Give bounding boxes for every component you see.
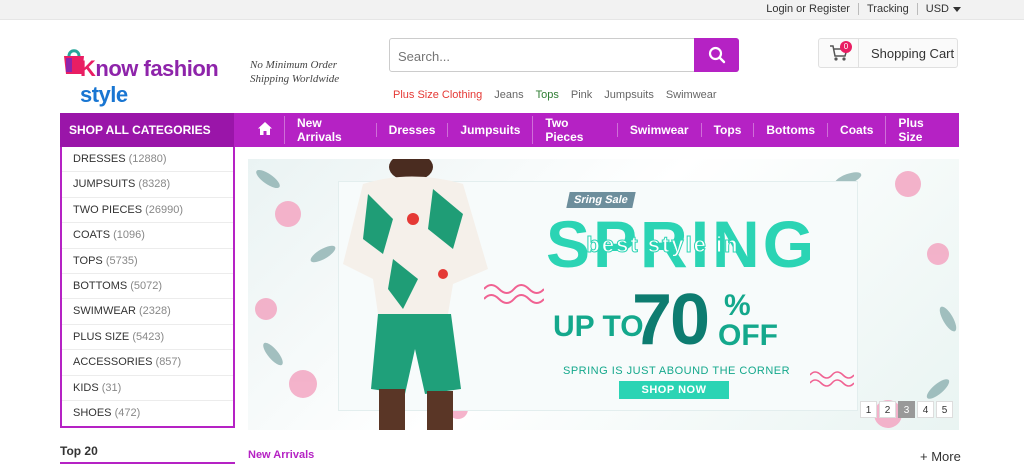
pager-page-2[interactable]: 2: [879, 401, 896, 418]
site-logo[interactable]: Know fashion style: [60, 40, 240, 107]
category-item-kids[interactable]: KIDS (31): [62, 376, 233, 401]
banner-percent-sign: %: [724, 289, 751, 322]
banner-subtitle: SPRING IS JUST ABOUND THE CORNER: [563, 365, 791, 377]
banner-percent-value: 70: [632, 280, 710, 360]
category-name: PLUS SIZE: [73, 330, 130, 343]
category-name: ACCESSORIES: [73, 356, 153, 369]
main-nav: SHOP ALL CATEGORIES New Arrivals Dresses…: [60, 113, 959, 147]
category-count: (5072): [130, 279, 163, 292]
search-icon: [708, 46, 725, 64]
nav-item-swimwear[interactable]: Swimwear: [616, 123, 701, 137]
category-name: COATS: [73, 229, 111, 242]
search-input[interactable]: [398, 46, 688, 66]
category-count: (5735): [105, 254, 138, 267]
logo-word-fashion: fashion: [143, 56, 219, 81]
login-register-link[interactable]: Login or Register: [758, 3, 858, 15]
pager-page-3[interactable]: 3: [898, 401, 915, 418]
tagline-line2: Shipping Worldwide: [250, 73, 340, 85]
more-link[interactable]: + More: [920, 449, 961, 464]
pager-page-1[interactable]: 1: [860, 401, 877, 418]
category-count: (1096): [113, 229, 145, 242]
pager-page-4[interactable]: 4: [917, 401, 934, 418]
currency-select[interactable]: USD: [918, 3, 969, 15]
top-bar: Login or Register Tracking USD: [0, 0, 1024, 20]
nav-home[interactable]: [250, 122, 284, 138]
banner-up-to: UP TO: [553, 310, 644, 343]
tagline-line1: No Minimum Order: [250, 59, 337, 71]
category-item-two-pieces[interactable]: TWO PIECES (26990): [62, 198, 233, 224]
top20-heading: Top 20: [60, 444, 235, 464]
hotword-link[interactable]: Tops: [536, 89, 559, 101]
category-item-accessories[interactable]: ACCESSORIES (857): [62, 350, 233, 376]
hotword-link[interactable]: Jumpsuits: [604, 89, 654, 101]
category-item-coats[interactable]: COATS (1096): [62, 223, 233, 249]
hotword-link[interactable]: Pink: [571, 89, 592, 101]
category-name: TOPS: [73, 254, 103, 267]
category-item-plus-size[interactable]: PLUS SIZE (5423): [62, 325, 233, 351]
category-item-swimwear[interactable]: SWIMWEAR (2328): [62, 299, 233, 325]
category-name: TWO PIECES: [73, 203, 143, 216]
banner-off: OFF: [718, 319, 778, 352]
pager-page-5[interactable]: 5: [936, 401, 953, 418]
hero-banner[interactable]: Sring Sale SPRING best style in UP TO 70…: [248, 159, 959, 430]
home-icon: [258, 122, 272, 135]
logo-text: Know fashion style: [80, 56, 240, 108]
category-count: (2328): [139, 305, 171, 318]
nav-item-new-arrivals[interactable]: New Arrivals: [284, 116, 376, 144]
category-item-shoes[interactable]: SHOES (472): [62, 401, 233, 426]
category-count: (12880): [128, 153, 167, 165]
banner-pager: 1 2 3 4 5: [860, 401, 953, 418]
category-name: KIDS: [73, 381, 99, 394]
category-item-tops[interactable]: TOPS (5735): [62, 249, 233, 274]
hotword-link[interactable]: Plus Size Clothing: [393, 89, 482, 101]
nav-item-tops[interactable]: Tops: [700, 123, 754, 137]
shop-all-categories[interactable]: SHOP ALL CATEGORIES: [60, 113, 234, 147]
category-item-dresses[interactable]: DRESSES (12880): [62, 147, 233, 173]
hotword-link[interactable]: Swimwear: [666, 89, 717, 101]
hot-search-words: Plus Size Clothing Jeans Tops Pink Jumps…: [393, 89, 717, 101]
nav-item-coats[interactable]: Coats: [827, 123, 885, 137]
search-box: [389, 38, 739, 72]
nav-item-bottoms[interactable]: Bottoms: [753, 123, 827, 137]
top-links: Login or Register Tracking USD: [758, 3, 969, 15]
tagline: No Minimum Order Shipping Worldwide: [250, 58, 339, 86]
tracking-link[interactable]: Tracking: [859, 3, 917, 15]
category-name: SHOES: [73, 406, 112, 419]
sale-tag: Sring Sale: [566, 192, 636, 208]
shop-now-button[interactable]: SHOP NOW: [619, 381, 729, 399]
category-name: DRESSES: [73, 153, 126, 165]
category-name: JUMPSUITS: [73, 178, 136, 191]
wave-decoration: [484, 284, 544, 304]
currency-value: USD: [925, 3, 949, 15]
banner-best-style: best style in: [586, 232, 740, 258]
wave-decoration: [810, 371, 854, 387]
cart-icon-wrap: 0: [819, 38, 859, 68]
shopping-cart-button[interactable]: 0 Shopping Cart: [818, 38, 958, 68]
nav-items: New Arrivals Dresses Jumpsuits Two Piece…: [250, 113, 959, 147]
category-item-bottoms[interactable]: BOTTOMS (5072): [62, 274, 233, 300]
nav-item-plus-size[interactable]: Plus Size: [885, 116, 959, 144]
logo-letter-k: K: [80, 56, 96, 81]
nav-item-dresses[interactable]: Dresses: [375, 123, 448, 137]
nav-item-jumpsuits[interactable]: Jumpsuits: [447, 123, 532, 137]
category-count: (31): [101, 381, 122, 394]
category-item-jumpsuits[interactable]: JUMPSUITS (8328): [62, 172, 233, 198]
category-name: SWIMWEAR: [73, 305, 136, 318]
category-name: BOTTOMS: [73, 279, 128, 292]
category-count: (5423): [132, 330, 165, 343]
category-count: (26990): [145, 203, 184, 216]
logo-word-style: style: [80, 82, 128, 107]
nav-item-two-pieces[interactable]: Two Pieces: [532, 116, 616, 144]
category-count: (472): [114, 406, 141, 419]
hotword-link[interactable]: Jeans: [494, 89, 523, 101]
category-sidebar: DRESSES (12880) JUMPSUITS (8328) TWO PIE…: [60, 147, 235, 428]
cart-count-badge: 0: [840, 41, 852, 53]
new-arrivals-heading: New Arrivals: [248, 449, 315, 461]
logo-word-now: now: [95, 56, 144, 81]
caret-down-icon: [953, 6, 961, 12]
search-button[interactable]: [694, 38, 739, 72]
cart-label: Shopping Cart: [871, 45, 955, 61]
category-count: (8328): [138, 178, 171, 191]
category-count: (857): [155, 356, 182, 369]
